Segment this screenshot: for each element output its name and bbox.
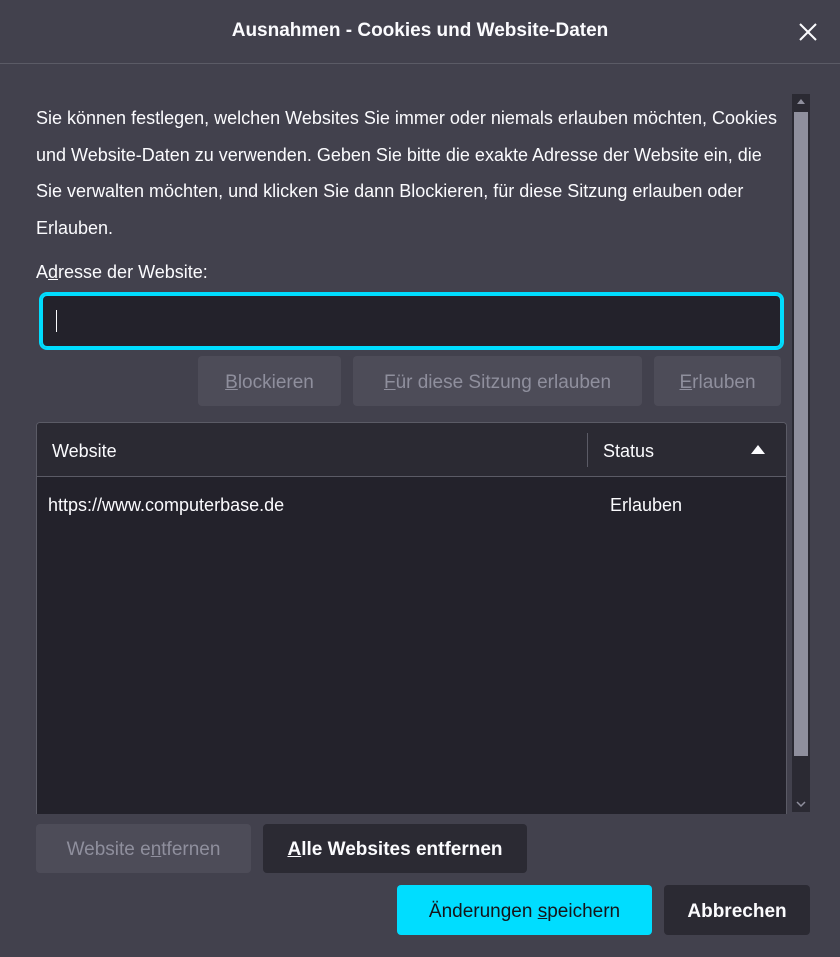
column-divider[interactable] [587, 433, 588, 467]
block-button[interactable]: Blockieren [198, 356, 341, 406]
address-label-accesskey: d [48, 262, 59, 282]
row-website: https://www.computerbase.de [48, 495, 285, 515]
address-label-rest: resse der Website: [58, 262, 208, 282]
column-header-website[interactable]: Website [52, 441, 117, 462]
permissions-table: Website Status https://www.computerbase.… [36, 422, 787, 814]
scroll-up-icon[interactable] [792, 94, 810, 110]
close-icon [799, 23, 817, 41]
remove-all-websites-button[interactable]: Alle Websites entfernen [263, 824, 527, 873]
remove-website-button[interactable]: Website entfernen [36, 824, 251, 873]
dialog-title: Ausnahmen - Cookies und Website-Daten [231, 20, 609, 41]
close-button[interactable] [792, 16, 824, 48]
remove-label-post: tfernen [161, 839, 221, 860]
address-label-a: A [36, 262, 49, 282]
table-header: Website Status [37, 423, 786, 477]
website-address-input[interactable] [39, 292, 784, 350]
session-accesskey: F [383, 372, 396, 393]
dialog-titlebar: Ausnahmen - Cookies und Website-Daten [0, 0, 840, 64]
row-status: Erlauben [610, 495, 683, 515]
table-row[interactable]: https://www.computerbase.de Erlauben [37, 477, 786, 533]
allow-accesskey: E [679, 372, 693, 393]
scrollbar-thumb[interactable] [794, 112, 808, 756]
save-label-post: peichern [547, 901, 621, 922]
remove-label-pre: Website e [66, 839, 151, 860]
remove-all-label: lle Websites entfernen [301, 839, 503, 860]
vertical-scrollbar[interactable] [792, 94, 810, 812]
save-label-pre: Änderungen [428, 901, 538, 922]
address-label: Adresse der Website: [36, 262, 208, 283]
save-changes-button[interactable]: Änderungen speichern [397, 885, 652, 935]
save-accesskey: s [537, 901, 548, 922]
cookie-exceptions-dialog: Ausnahmen - Cookies und Website-Daten Si… [0, 0, 840, 957]
sort-ascending-icon [751, 445, 765, 454]
block-label: lockieren [237, 372, 314, 393]
scroll-down-icon[interactable] [792, 796, 810, 812]
remove-accesskey: n [150, 839, 162, 860]
allow-button[interactable]: Erlauben [654, 356, 781, 406]
remove-all-accesskey: A [287, 839, 302, 860]
allow-session-button[interactable]: Für diese Sitzung erlauben [353, 356, 642, 406]
block-accesskey: B [225, 372, 238, 393]
session-label: ür diese Sitzung erlauben [395, 372, 612, 393]
allow-label: rlauben [692, 372, 756, 393]
cancel-button[interactable]: Abbrechen [664, 885, 810, 935]
column-header-status[interactable]: Status [603, 441, 654, 462]
text-caret [56, 310, 57, 332]
description-text: Sie können festlegen, welchen Websites S… [36, 108, 778, 238]
